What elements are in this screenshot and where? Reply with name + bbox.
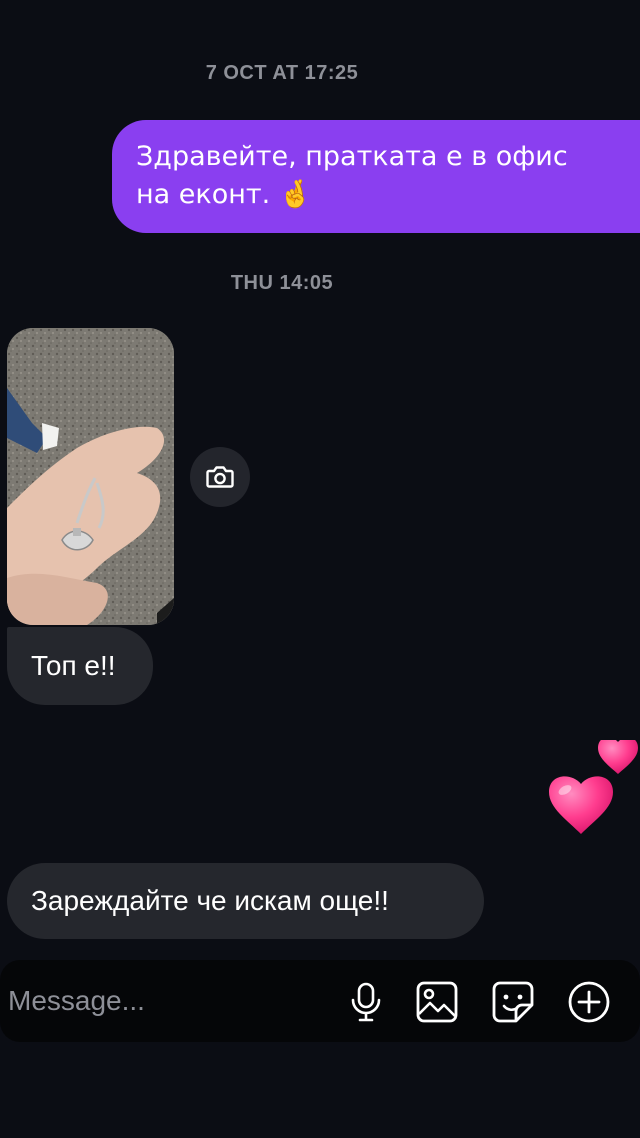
photo-image (7, 328, 174, 625)
microphone-icon (351, 982, 381, 1022)
incoming-message-text-2: Зареждайте че искам още!! (31, 885, 389, 916)
incoming-message-bubble-2[interactable]: Зареждайте че искам още!! (7, 863, 484, 939)
sticker-button[interactable] (490, 979, 536, 1025)
photo-message[interactable] (7, 328, 174, 625)
message-composer (0, 960, 640, 1042)
timestamp-2: THU 14:05 (230, 272, 334, 294)
more-options-button[interactable] (566, 979, 612, 1025)
gallery-button[interactable] (414, 979, 460, 1025)
outgoing-message-bubble[interactable]: Здравейте, пратката е в офис на еконт. 🤞 (112, 120, 640, 233)
hearts-reaction (545, 737, 640, 840)
microphone-button[interactable] (343, 979, 389, 1025)
crossed-fingers-emoji: 🤞 (278, 179, 313, 210)
sticker-icon (492, 981, 534, 1023)
gallery-icon (416, 981, 458, 1023)
outgoing-message-line1: Здравейте, пратката е в офис (136, 141, 568, 172)
plus-icon (568, 981, 610, 1023)
chat-screen: 7 OCT AT 17:25 Здравейте, пратката е в о… (0, 0, 640, 1138)
incoming-message-bubble[interactable]: Топ е!! (7, 627, 153, 705)
outgoing-message-line2-wrap: на еконт. 🤞 (136, 176, 624, 214)
hearts-icon (549, 737, 638, 834)
outgoing-message-line2: на еконт. (136, 179, 271, 210)
incoming-message-text: Топ е!! (31, 650, 116, 681)
camera-reply-button[interactable] (190, 447, 250, 507)
camera-icon (206, 466, 234, 488)
message-input[interactable] (8, 978, 328, 1024)
timestamp-1: 7 OCT AT 17:25 (205, 62, 359, 84)
